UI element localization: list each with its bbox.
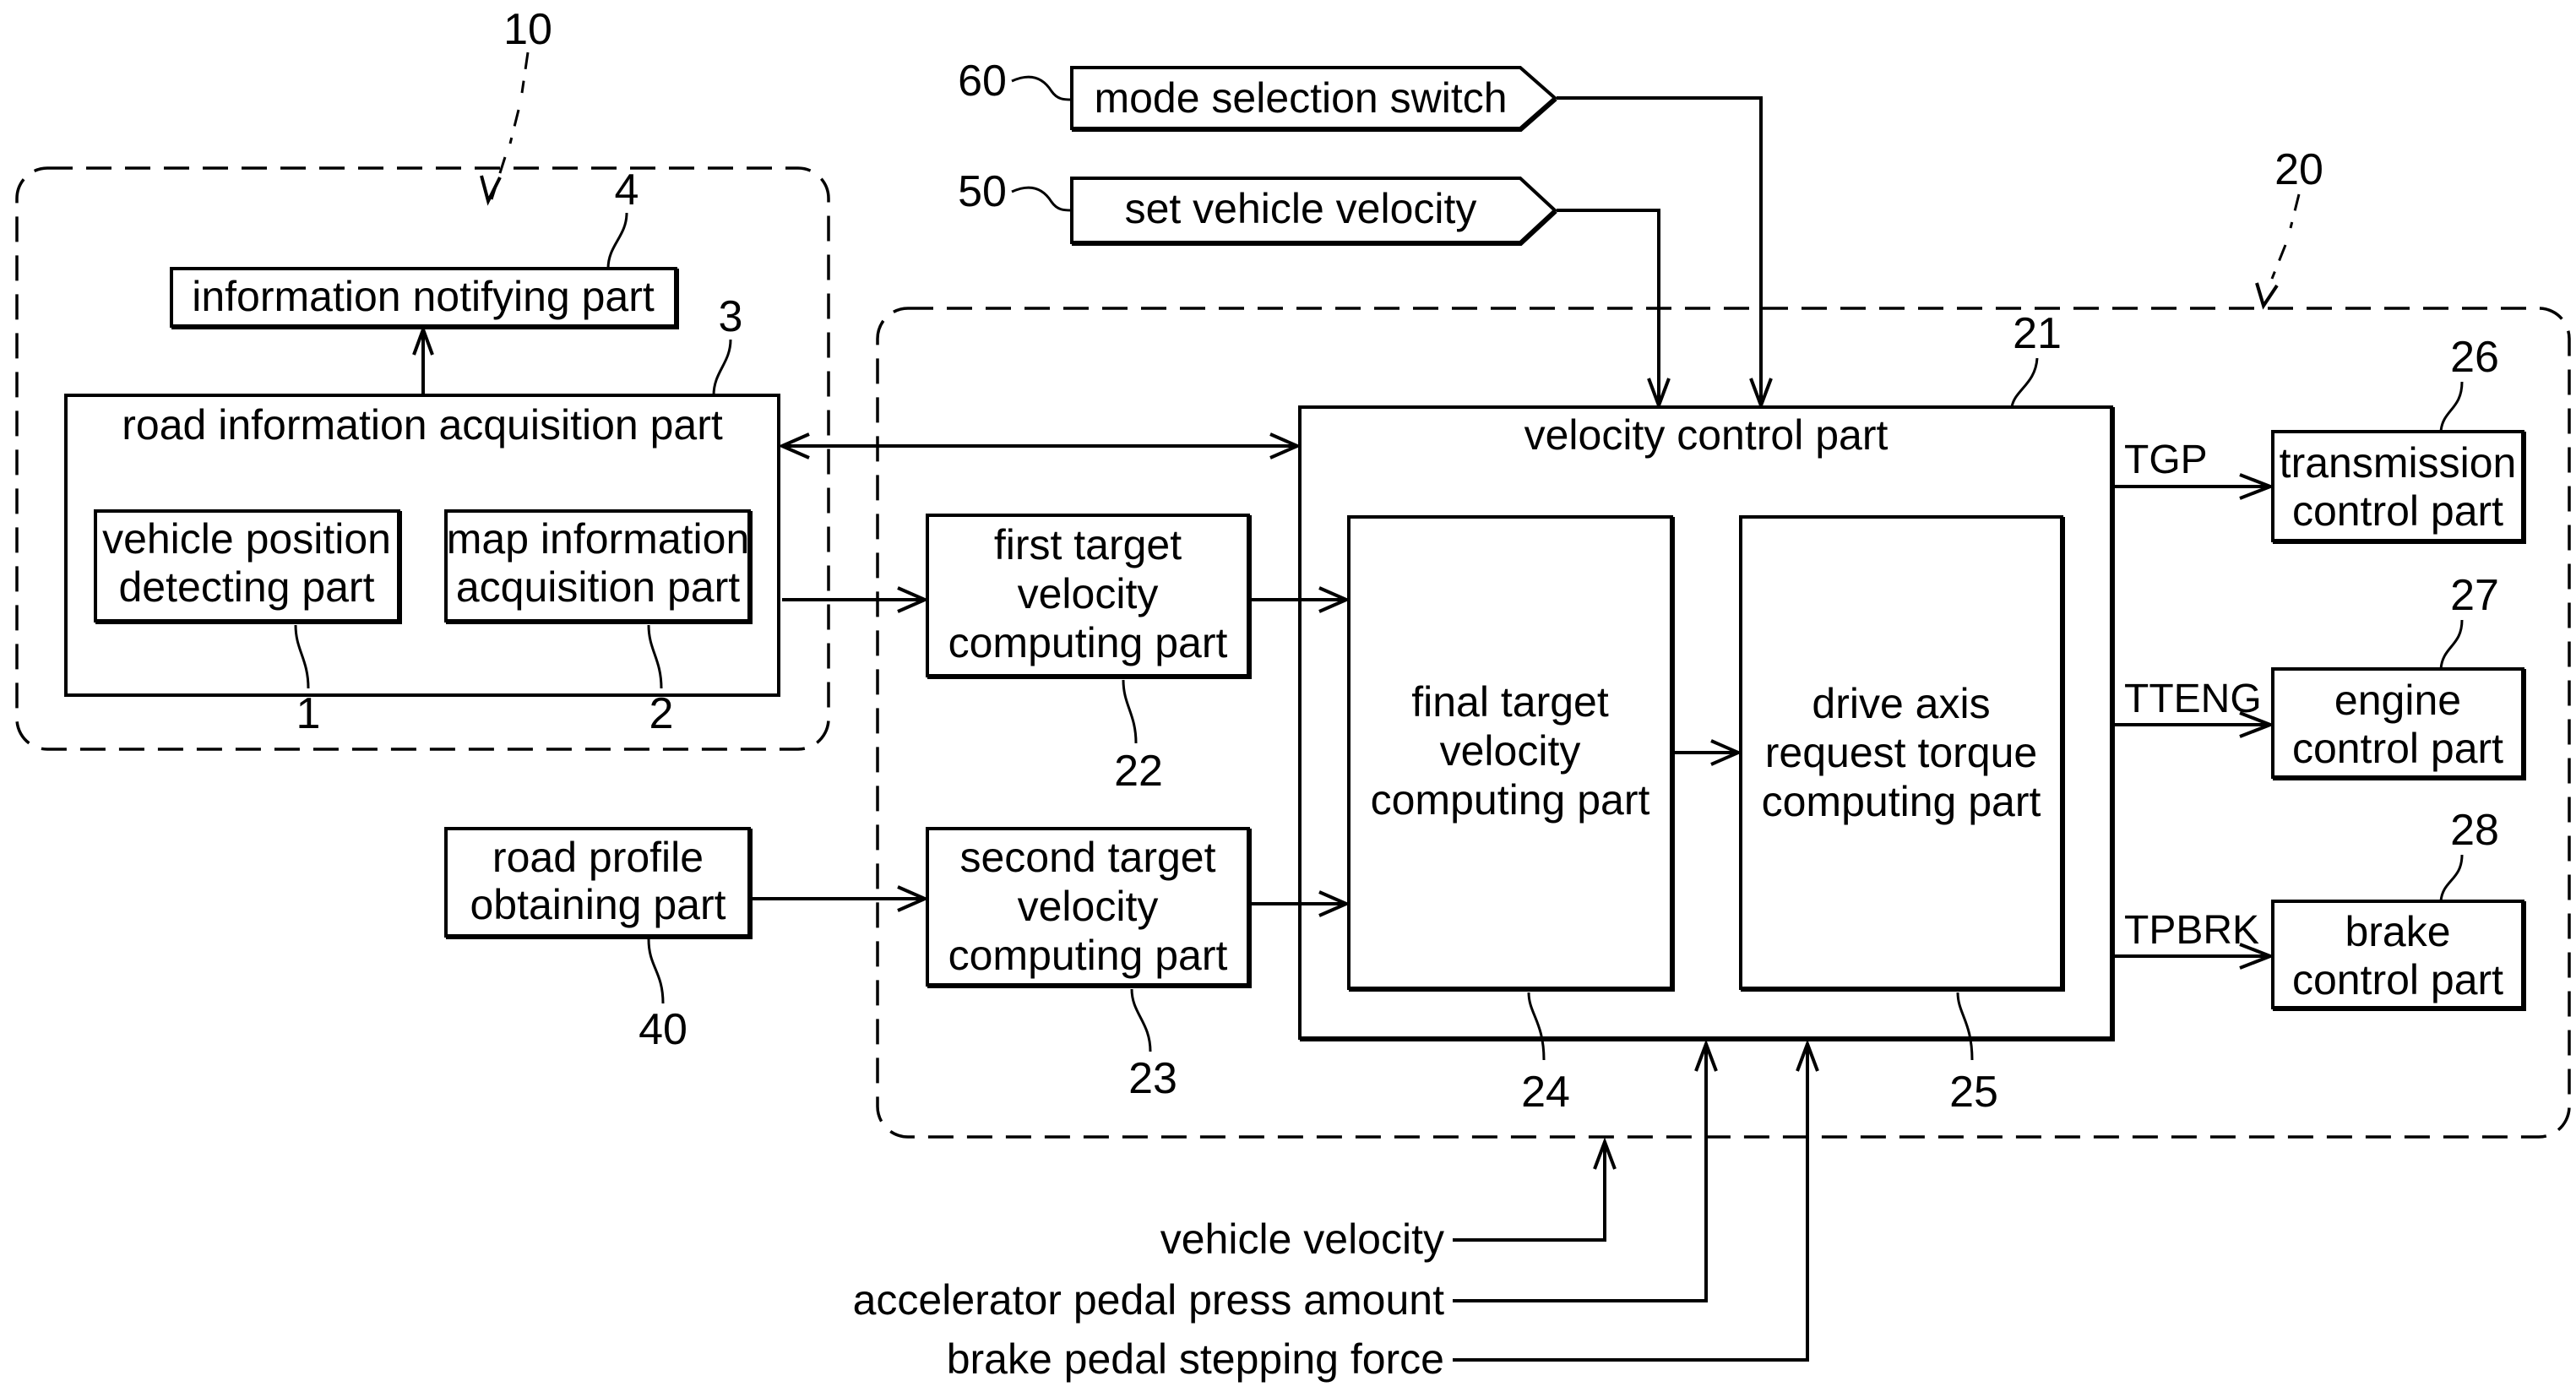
- input-vehicle-velocity: vehicle velocity: [1160, 1215, 1444, 1263]
- group-10-ref: 10: [503, 5, 552, 54]
- block-diagram: 10 information notifying part 4 road inf…: [15, 5, 2571, 1383]
- info-notifying-label: information notifying part: [192, 273, 655, 320]
- mode-switch-leader: [1011, 75, 1073, 101]
- road-profile-line-1: road profile: [492, 834, 704, 881]
- first-target-velocity-block: first target velocity computing part 22: [926, 514, 1252, 796]
- second-target-line-1: second target: [960, 834, 1216, 881]
- transmission-line-2: control part: [2292, 487, 2503, 535]
- transmission-ref: 26: [2450, 333, 2499, 382]
- final-target-line-2: velocity: [1440, 727, 1581, 775]
- vehicle-position-ref: 1: [296, 689, 321, 738]
- group-10-leader: [490, 52, 530, 200]
- input-brake-pedal-force: brake pedal stepping force: [947, 1335, 1444, 1383]
- map-info-line-1: map information: [447, 515, 750, 563]
- drive-axis-line-2: request torque: [1765, 729, 2037, 776]
- set-velocity-leader: [1011, 186, 1073, 212]
- signal-tpbrk: TPBRK: [2124, 908, 2259, 953]
- input-accelerator-pedal: accelerator pedal press amount: [853, 1276, 1444, 1324]
- vehicle-velocity-line: [1453, 1142, 1606, 1242]
- brake-force-line: [1453, 1044, 1809, 1362]
- brake-line-1: brake: [2345, 908, 2450, 955]
- info-notifying-ref: 4: [615, 166, 639, 215]
- second-target-leader: [1130, 988, 1152, 1052]
- second-target-line-2: velocity: [1018, 883, 1159, 930]
- group-20-arrow: [2255, 282, 2279, 310]
- second-target-line-3: computing part: [948, 932, 1228, 979]
- road-info-ref: 3: [719, 292, 743, 341]
- engine-leader: [2439, 619, 2464, 670]
- vehicle-position-line-1: vehicle position: [102, 515, 391, 563]
- velocity-control-label: velocity control part: [1524, 411, 1889, 459]
- engine-ref: 27: [2450, 571, 2499, 620]
- road-info-label: road information acquisition part: [122, 401, 723, 449]
- first-target-line-3: computing part: [948, 619, 1228, 666]
- engine-line-2: control part: [2292, 725, 2503, 772]
- drive-axis-line-1: drive axis: [1812, 680, 1990, 727]
- brake-line-2: control part: [2292, 956, 2503, 1003]
- accelerator-line: [1453, 1044, 1708, 1302]
- set-velocity-label: set vehicle velocity: [1125, 185, 1477, 232]
- group-20-ref: 20: [2274, 145, 2323, 194]
- set-vehicle-velocity-block[interactable]: set vehicle velocity 50: [958, 167, 1557, 246]
- engine-control-block: engine control part 27: [2271, 571, 2526, 780]
- mode-switch-ref: 60: [958, 57, 1007, 106]
- first-target-ref: 22: [1114, 747, 1163, 796]
- drive-axis-line-3: computing part: [1762, 778, 2041, 825]
- group-20-leader: [2270, 193, 2301, 280]
- info-notifying-block: information notifying part 4: [170, 166, 679, 329]
- first-target-leader: [1122, 679, 1138, 744]
- final-target-line-3: computing part: [1371, 776, 1650, 824]
- road-info-leader: [712, 339, 732, 396]
- transmission-line-1: transmission: [2280, 439, 2517, 487]
- signal-tgp: TGP: [2124, 438, 2208, 482]
- brake-ref: 28: [2450, 806, 2499, 855]
- info-notifying-leader: [606, 212, 628, 269]
- map-info-line-2: acquisition part: [456, 563, 740, 611]
- drive-axis-ref: 25: [1949, 1068, 1998, 1117]
- velocity-control-ref: 21: [2013, 309, 2062, 358]
- vehicle-position-line-2: detecting part: [119, 563, 375, 611]
- map-info-ref: 2: [649, 689, 674, 738]
- transmission-leader: [2439, 381, 2464, 432]
- first-target-line-1: first target: [994, 521, 1182, 568]
- group-10-arrow: [480, 175, 502, 206]
- mode-selection-switch-block[interactable]: mode selection switch 60: [958, 57, 1558, 132]
- first-target-line-2: velocity: [1018, 570, 1159, 617]
- velocity-control-leader: [2010, 357, 2039, 408]
- road-profile-line-2: obtaining part: [470, 881, 726, 928]
- road-profile-block: road profile obtaining part 40: [444, 827, 753, 1054]
- mode-switch-label: mode selection switch: [1094, 74, 1507, 122]
- brake-leader: [2439, 854, 2464, 902]
- road-profile-ref: 40: [639, 1005, 687, 1054]
- final-target-line-1: final target: [1411, 678, 1609, 726]
- second-target-velocity-block: second target velocity computing part 23: [926, 827, 1252, 1103]
- second-target-ref: 23: [1128, 1054, 1177, 1103]
- set-velocity-ref: 50: [958, 167, 1007, 216]
- engine-line-1: engine: [2334, 677, 2461, 724]
- transmission-control-block: transmission control part 26: [2271, 333, 2526, 544]
- road-profile-leader: [647, 938, 665, 1004]
- brake-control-block: brake control part 28: [2271, 806, 2526, 1011]
- final-target-ref: 24: [1521, 1068, 1570, 1117]
